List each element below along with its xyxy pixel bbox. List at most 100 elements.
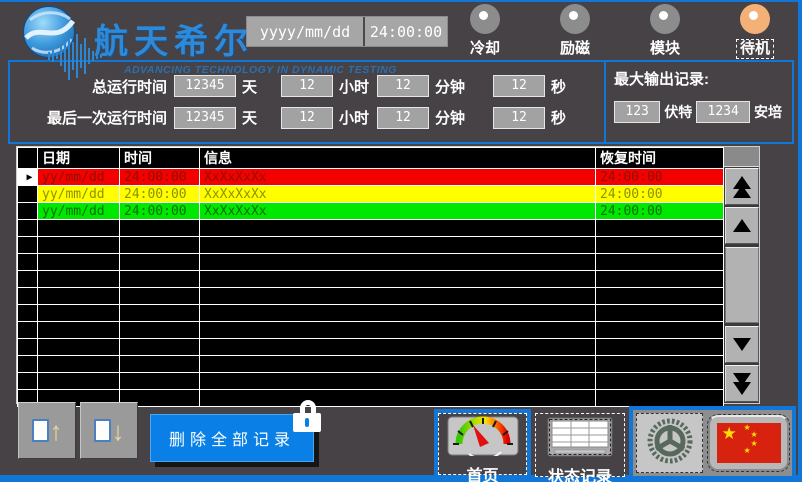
date-value: yyyy/mm/dd xyxy=(247,17,363,46)
table-row-alarm[interactable]: ▶ yy/mm/dd 24:00:00 XxXxXxXx 24:00:00 xyxy=(18,169,724,186)
selector-header xyxy=(18,148,38,169)
module-lamp-icon xyxy=(650,4,680,34)
cell-date: yy/mm/dd xyxy=(38,203,120,220)
hmi-screen: 航天希尔 ADVANCING TECHNOLOGY IN DYNAMIC TES… xyxy=(0,0,802,482)
col-time: 时间 xyxy=(120,148,200,169)
indicator-module: 模块 xyxy=(634,4,696,58)
amps-unit: 安培 xyxy=(754,102,782,122)
page-up-button[interactable]: ↑ xyxy=(18,402,76,459)
table-row-empty xyxy=(18,237,724,254)
table-row-empty xyxy=(18,356,724,373)
hour-unit: 小时 xyxy=(339,76,369,97)
scroll-top-button[interactable] xyxy=(725,168,759,205)
page-up-arrow-icon: ↑ xyxy=(50,418,63,444)
last-runtime-row: 最后一次运行时间 12345 天 12 小时 12 分钟 12 秒 xyxy=(10,107,604,129)
indicator-standby[interactable]: 待机 xyxy=(724,4,786,58)
last-days-value: 12345 xyxy=(174,107,236,129)
gear-icon xyxy=(645,416,695,471)
table-row-alarm[interactable]: yy/mm/dd 24:00:00 XxXxXxXx 24:00:00 xyxy=(18,186,724,203)
table-row-empty xyxy=(18,220,724,237)
lock-icon xyxy=(293,400,323,432)
indicator-cooling: 冷却 xyxy=(454,4,516,58)
col-date: 日期 xyxy=(38,148,120,169)
standby-label: 待机 xyxy=(736,39,774,59)
nav-home-button[interactable]: 首页 xyxy=(434,409,531,479)
table-row-empty xyxy=(18,288,724,305)
scroll-up-button[interactable] xyxy=(725,207,759,244)
cooling-label: 冷却 xyxy=(470,40,500,57)
total-hours-value: 12 xyxy=(281,75,333,97)
page-down-document-icon xyxy=(94,419,111,442)
volts-unit: 伏特 xyxy=(664,102,692,122)
cell-recover: 24:00:00 xyxy=(596,203,724,220)
last-hours-value: 12 xyxy=(281,107,333,129)
excitation-lamp-icon xyxy=(560,4,590,34)
datetime-display: yyyy/mm/dd 24:00:00 xyxy=(246,16,448,47)
last-seconds-value: 12 xyxy=(493,107,545,129)
alarm-table-body: ▶ yy/mm/dd 24:00:00 XxXxXxXx 24:00:00 yy… xyxy=(18,169,724,407)
table-row-alarm[interactable]: yy/mm/dd 24:00:00 XxXxXxXx 24:00:00 xyxy=(18,203,724,220)
waveform-icon xyxy=(46,30,112,87)
scrollbar-header-cell xyxy=(724,147,759,167)
last-runtime-label: 最后一次运行时间 xyxy=(10,107,174,128)
max-output-values: 123 伏特 1234 安培 xyxy=(614,101,786,123)
alarm-grid: 日期 时间 信息 恢复时间 ▶ yy/mm/dd 24:00:00 XxXxXx… xyxy=(17,147,724,407)
minute-unit: 分钟 xyxy=(435,107,465,128)
status-lamps: 冷却 励磁 模块 待机 xyxy=(454,4,786,58)
scroll-down-button[interactable] xyxy=(725,326,759,363)
table-row-empty xyxy=(18,373,724,390)
module-label: 模块 xyxy=(650,40,680,57)
time-value: 24:00:00 xyxy=(365,17,447,46)
screen-edge-right xyxy=(798,0,802,482)
row-selector-icon: ▶ xyxy=(18,169,38,186)
cell-time: 24:00:00 xyxy=(120,203,200,220)
row-selector xyxy=(18,186,38,203)
day-unit: 天 xyxy=(242,76,257,97)
cell-info: XxXxXxXx xyxy=(200,169,596,186)
table-row-empty xyxy=(18,322,724,339)
nav-status-record-button[interactable]: 状态记录 xyxy=(535,413,625,477)
page-up-document-icon xyxy=(32,419,49,442)
max-amps-value: 1234 xyxy=(696,101,750,123)
excitation-label: 励磁 xyxy=(560,40,590,57)
alarm-table: 日期 时间 信息 恢复时间 ▶ yy/mm/dd 24:00:00 XxXxXx… xyxy=(16,146,760,404)
nav-home-label: 首页 xyxy=(466,462,498,482)
total-minutes-value: 12 xyxy=(377,75,429,97)
standby-lamp-icon xyxy=(740,4,770,34)
record-table-icon xyxy=(547,417,613,462)
max-output-title: 最大输出记录: xyxy=(614,68,786,89)
nav-settings-group: ★ ★ ★ ★ ★ xyxy=(629,406,796,480)
cell-time: 24:00:00 xyxy=(120,169,200,186)
cell-info: XxXxXxXx xyxy=(200,186,596,203)
brand-name: 航天希尔 xyxy=(94,14,254,63)
gauge-icon xyxy=(447,416,519,461)
scrollbar-track[interactable] xyxy=(725,247,759,323)
col-info: 信息 xyxy=(200,148,596,169)
page-down-button[interactable]: ↓ xyxy=(80,402,138,459)
second-unit: 秒 xyxy=(551,76,566,97)
scroll-bottom-button[interactable] xyxy=(725,365,759,402)
max-output-panel: 最大输出记录: 123 伏特 1234 安培 xyxy=(604,62,792,142)
max-volts-value: 123 xyxy=(614,101,660,123)
table-row-empty xyxy=(18,254,724,271)
col-recover: 恢复时间 xyxy=(596,148,724,169)
nav-status-label: 状态记录 xyxy=(548,463,612,482)
cell-info: XxXxXxXx xyxy=(200,203,596,220)
down-arrow-icon xyxy=(733,338,751,351)
delete-all-records-button[interactable]: 删除全部记录 xyxy=(150,414,314,462)
page-down-arrow-icon: ↓ xyxy=(112,418,125,444)
cell-date: yy/mm/dd xyxy=(38,186,120,203)
table-header-row: 日期 时间 信息 恢复时间 xyxy=(18,148,724,169)
settings-button[interactable] xyxy=(636,413,703,473)
indicator-excitation: 励磁 xyxy=(544,4,606,58)
cell-time: 24:00:00 xyxy=(120,186,200,203)
language-flag-button[interactable]: ★ ★ ★ ★ ★ xyxy=(708,415,789,471)
up-arrow-icon xyxy=(733,219,751,232)
cell-recover: 24:00:00 xyxy=(596,186,724,203)
cell-recover: 24:00:00 xyxy=(596,169,724,186)
minute-unit: 分钟 xyxy=(435,76,465,97)
table-row-empty xyxy=(18,305,724,322)
total-seconds-value: 12 xyxy=(493,75,545,97)
cooling-lamp-icon xyxy=(470,4,500,34)
total-days-value: 12345 xyxy=(174,75,236,97)
